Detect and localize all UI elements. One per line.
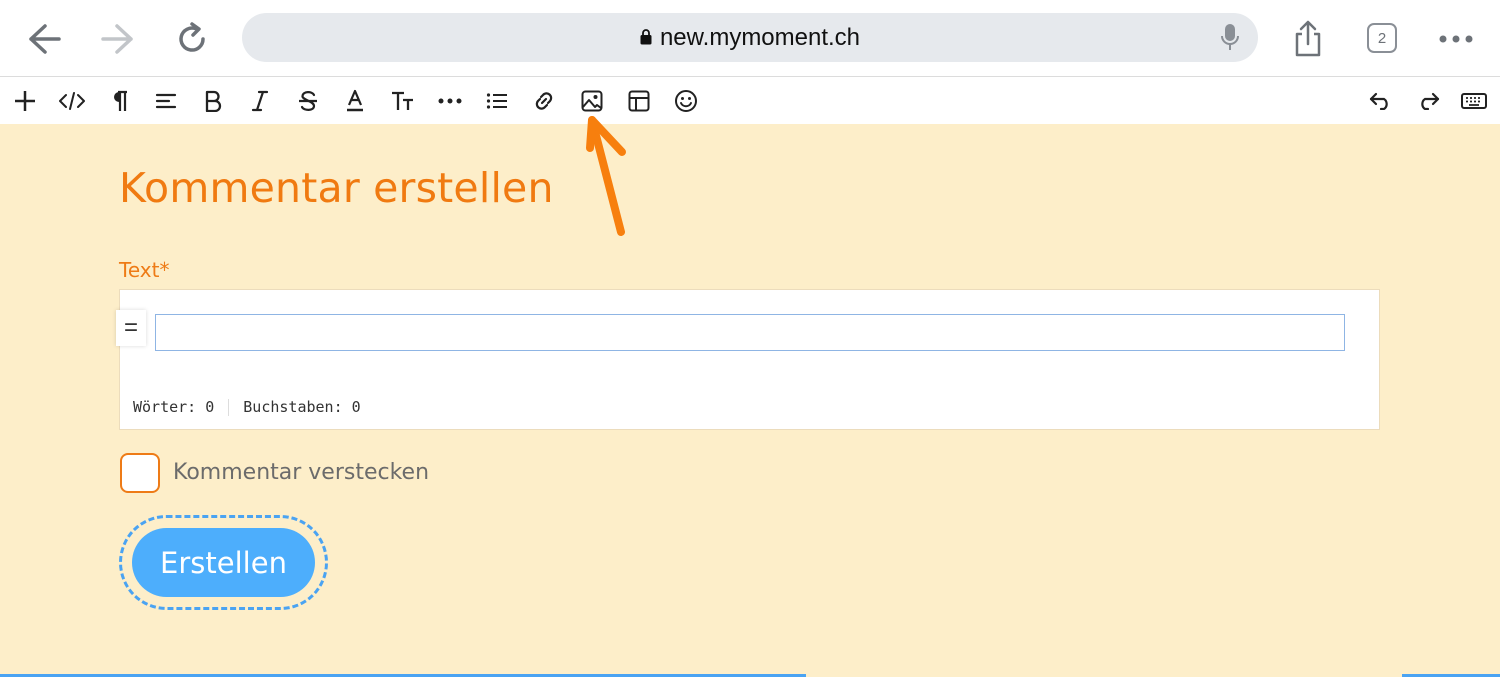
browser-bar: new.mymoment.ch 2: [0, 0, 1500, 77]
submit-button[interactable]: Erstellen: [132, 528, 315, 597]
list-icon[interactable]: [477, 77, 517, 124]
hide-comment-label[interactable]: Kommentar verstecken: [173, 460, 429, 485]
redo-icon[interactable]: [1408, 77, 1448, 124]
text-size-icon[interactable]: [383, 77, 423, 124]
link-icon[interactable]: [524, 77, 564, 124]
word-count-bar: Wörter: 0 Buchstaben: 0: [133, 398, 361, 416]
italic-icon[interactable]: [240, 77, 280, 124]
bold-icon[interactable]: [193, 77, 233, 124]
strikethrough-icon[interactable]: [288, 77, 328, 124]
share-icon[interactable]: [1286, 17, 1330, 61]
undo-icon[interactable]: [1361, 77, 1401, 124]
keyboard-icon[interactable]: [1454, 77, 1494, 124]
tabs-icon[interactable]: 2: [1367, 23, 1397, 53]
char-count: Buchstaben: 0: [243, 398, 361, 416]
editor-toolbar: [0, 77, 1500, 124]
text-color-icon[interactable]: [335, 77, 375, 124]
microphone-icon[interactable]: [1220, 23, 1240, 56]
paragraph-icon[interactable]: [99, 77, 139, 124]
hide-comment-checkbox[interactable]: [120, 453, 160, 493]
word-count: Wörter: 0: [133, 398, 215, 416]
forward-icon[interactable]: [96, 17, 140, 61]
annotation-arrow: [586, 116, 626, 236]
text-label: Text*: [119, 258, 170, 282]
address-bar[interactable]: new.mymoment.ch: [242, 13, 1258, 62]
code-icon[interactable]: [52, 77, 92, 124]
url-text: new.mymoment.ch: [659, 23, 861, 51]
reload-icon[interactable]: [170, 17, 214, 61]
divider: [228, 398, 230, 416]
text-input[interactable]: [155, 314, 1345, 351]
lock-icon: [640, 24, 652, 52]
more-horizontal-icon[interactable]: [430, 77, 470, 124]
drag-handle-icon[interactable]: =: [116, 310, 146, 346]
tab-count: 2: [1377, 29, 1387, 47]
more-icon[interactable]: [1434, 17, 1478, 61]
emoji-icon[interactable]: [666, 77, 706, 124]
back-icon[interactable]: [22, 17, 66, 61]
page-title: Kommentar erstellen: [119, 164, 554, 212]
align-icon[interactable]: [146, 77, 186, 124]
add-icon[interactable]: [5, 77, 45, 124]
